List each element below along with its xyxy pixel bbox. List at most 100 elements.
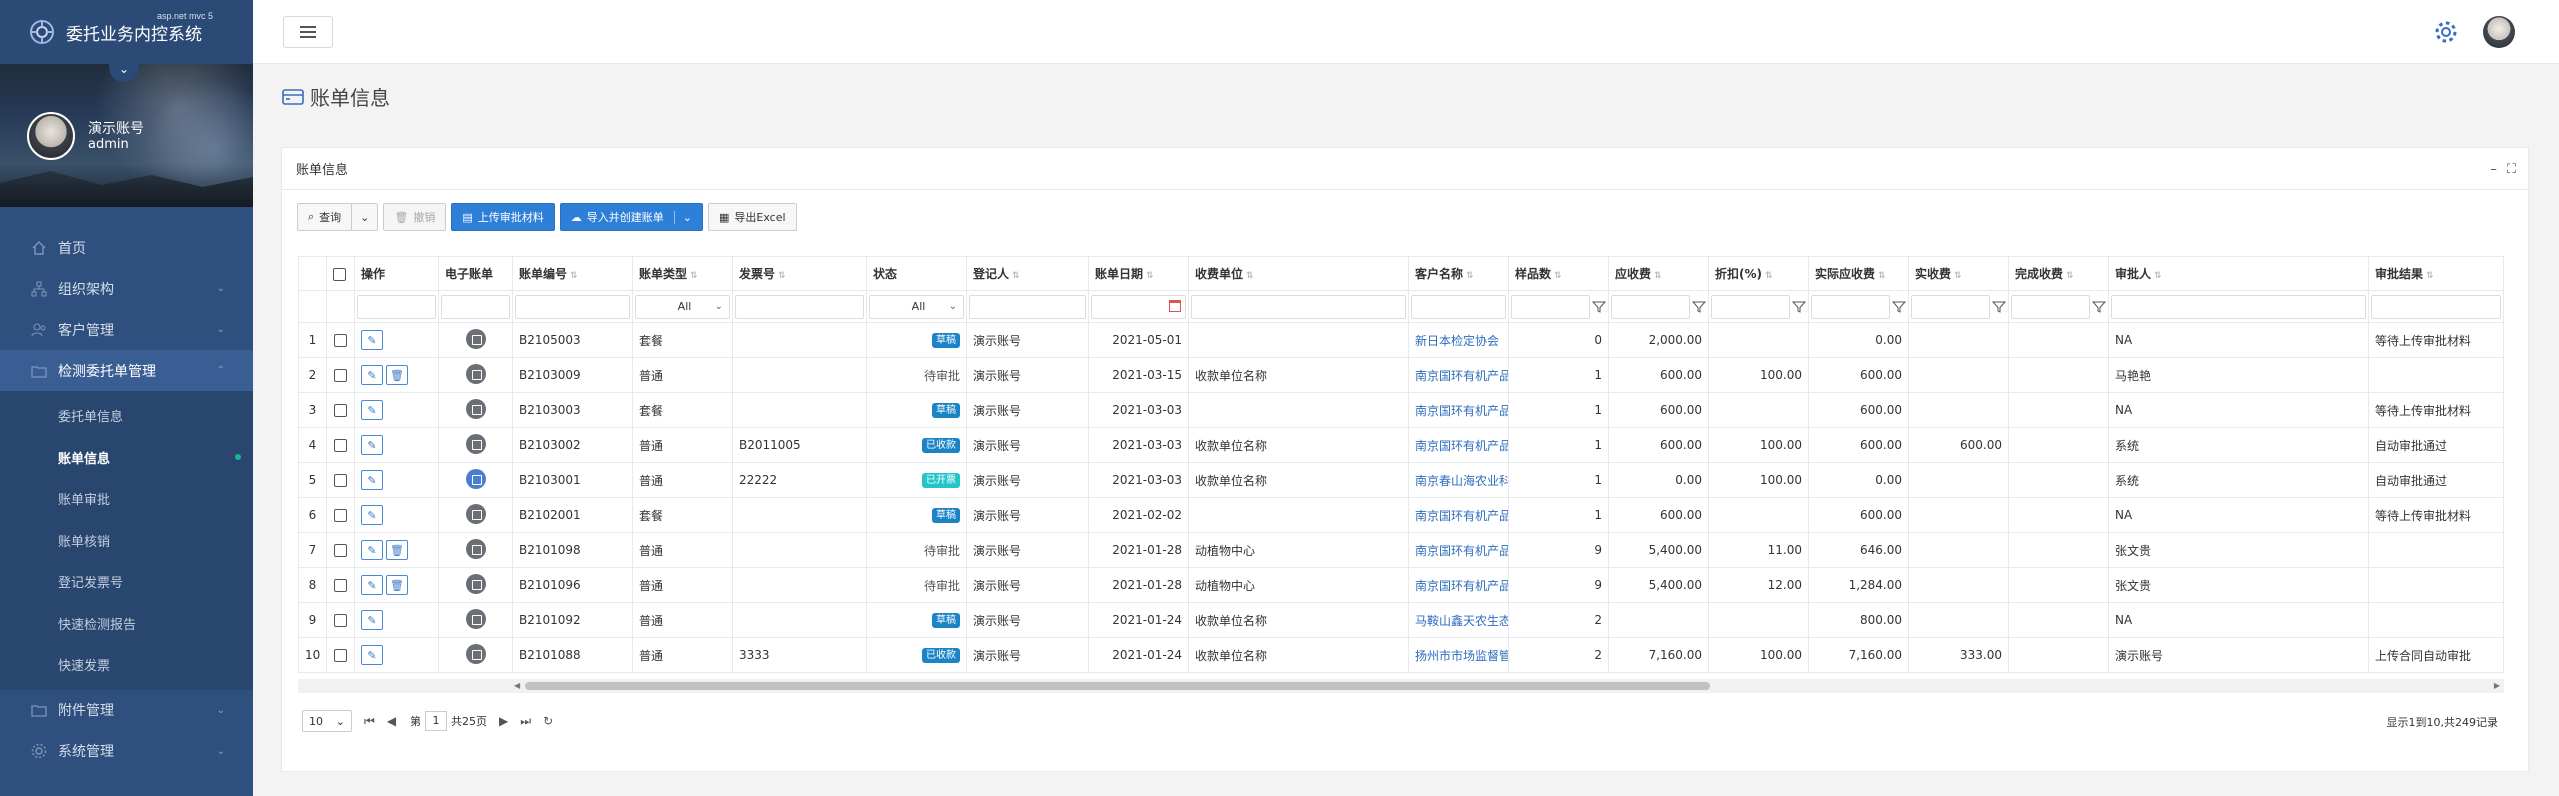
e-bill-icon[interactable]: [465, 573, 486, 594]
col-header-sortable[interactable]: 实收费 ⇅: [1908, 256, 2009, 291]
e-bill-cell[interactable]: [438, 532, 513, 568]
customer-link[interactable]: 南京国环有机产品认证中心: [1408, 427, 1509, 463]
table-row[interactable]: 2 ✎ 🗑 B2103009 普通 待审批 演示账号 2021-03-15 收款单位名称 南京国环…: [298, 357, 2504, 393]
row-checkbox[interactable]: [326, 602, 355, 638]
query-button[interactable]: ⌕ 查询: [297, 203, 353, 231]
edit-icon[interactable]: ✎: [361, 505, 383, 525]
avatar[interactable]: [27, 112, 75, 160]
e-bill-icon[interactable]: [465, 503, 486, 524]
col-header-sortable[interactable]: 完成收费 ⇅: [2008, 256, 2109, 291]
filter-icon[interactable]: [1992, 300, 2006, 314]
filter-icon[interactable]: [1692, 300, 1706, 314]
sidebar-subitem[interactable]: 快速发票: [0, 644, 253, 686]
filter-input[interactable]: [1611, 294, 1690, 319]
e-bill-cell[interactable]: [438, 497, 513, 533]
scroll-left-icon[interactable]: ◀: [514, 681, 520, 690]
select-all-checkbox[interactable]: [326, 256, 355, 291]
filter-input[interactable]: [735, 294, 864, 319]
filter-icon[interactable]: [1792, 300, 1806, 314]
col-header-sortable[interactable]: 账单日期 ⇅: [1088, 256, 1189, 291]
scroll-right-icon[interactable]: ▶: [2494, 681, 2500, 690]
sidebar-subitem[interactable]: 账单审批: [0, 478, 253, 520]
customer-link[interactable]: 扬州市市场监督管理局: [1408, 637, 1509, 673]
minimize-icon[interactable]: –: [2490, 162, 2497, 177]
query-dropdown-button[interactable]: ⌄: [351, 203, 379, 231]
col-header-sortable[interactable]: 应收费 ⇅: [1608, 256, 1709, 291]
user-avatar[interactable]: [2483, 16, 2515, 48]
col-header-sortable[interactable]: 收费单位 ⇅: [1188, 256, 1409, 291]
table-row[interactable]: 5 ✎ B2103001 普通 22222 已开票 演示账号 2021-03-03 收款单位名称…: [298, 462, 2504, 498]
sidebar-item-system[interactable]: 系统管理 ⌄: [0, 731, 253, 772]
brand[interactable]: 委托业务内控系统 asp.net mvc 5: [0, 0, 253, 64]
filter-input[interactable]: [515, 294, 630, 319]
delete-icon[interactable]: 🗑: [386, 575, 408, 595]
first-page-icon[interactable]: ⏮: [364, 714, 375, 729]
row-checkbox[interactable]: [326, 532, 355, 568]
next-page-icon[interactable]: ▶: [499, 714, 508, 728]
col-header-sortable[interactable]: 客户名称 ⇅: [1408, 256, 1509, 291]
filter-input[interactable]: [1711, 294, 1790, 319]
col-header-sortable[interactable]: 折扣(%) ⇅: [1708, 256, 1809, 291]
import-dropdown-icon[interactable]: ⌄: [673, 210, 692, 224]
calendar-icon[interactable]: [1169, 299, 1181, 312]
sidebar-subitem-active[interactable]: 账单信息: [0, 437, 253, 479]
upload-approval-button[interactable]: ▤ 上传审批材料: [451, 203, 555, 231]
row-checkbox[interactable]: [326, 567, 355, 603]
customer-link[interactable]: 南京春山海农业科技有限公司: [1408, 462, 1509, 498]
table-row[interactable]: 8 ✎ 🗑 B2101096 普通 待审批 演示账号 2021-01-28 动植物中心 南京国环有…: [298, 567, 2504, 603]
row-checkbox[interactable]: [326, 427, 355, 463]
sidebar-item-commission[interactable]: 检测委托单管理 ⌃: [0, 350, 253, 391]
e-bill-cell[interactable]: [438, 637, 513, 673]
customer-link[interactable]: 马鞍山鑫天农生态农业有限公司: [1408, 602, 1509, 638]
filter-type-select[interactable]: All ⌄: [635, 294, 730, 319]
horizontal-scrollbar[interactable]: ◀ ▶: [298, 679, 2504, 693]
col-header-sortable[interactable]: 审批结果 ⇅: [2368, 256, 2504, 291]
e-bill-icon[interactable]: [465, 608, 486, 629]
customer-link[interactable]: 南京国环有机产品认证中心: [1408, 532, 1509, 568]
e-bill-icon[interactable]: [465, 643, 486, 664]
filter-input[interactable]: [969, 294, 1086, 319]
col-header-sortable[interactable]: 样品数 ⇅: [1508, 256, 1609, 291]
filter-input[interactable]: [2111, 294, 2366, 319]
filter-input[interactable]: [2011, 294, 2090, 319]
row-checkbox[interactable]: [326, 322, 355, 358]
edit-icon[interactable]: ✎: [361, 365, 383, 385]
page-number-input[interactable]: 1: [425, 711, 448, 731]
table-row[interactable]: 7 ✎ 🗑 B2101098 普通 待审批 演示账号 2021-01-28 动植物中心 南京国环有…: [298, 532, 2504, 568]
table-row[interactable]: 1 ✎ B2105003 套餐 草稿 演示账号 2021-05-01 新日本检定协会 0 2,00…: [298, 322, 2504, 358]
col-header-sortable[interactable]: 审批人 ⇅: [2108, 256, 2369, 291]
sidebar-item-org[interactable]: 组织架构 ⌄: [0, 268, 253, 309]
import-create-button[interactable]: ☁ 导入并创建账单 ⌄: [559, 203, 703, 231]
customer-link[interactable]: 南京国环有机产品认证中心: [1408, 497, 1509, 533]
delete-icon[interactable]: 🗑: [386, 540, 408, 560]
table-row[interactable]: 4 ✎ B2103002 普通 B2011005 已收款 演示账号 2021-03-03 收款单…: [298, 427, 2504, 463]
sidebar-subitem[interactable]: 委托单信息: [0, 395, 253, 437]
filter-icon[interactable]: [1592, 300, 1606, 314]
scrollbar-thumb[interactable]: [525, 682, 1710, 690]
edit-icon[interactable]: ✎: [361, 575, 383, 595]
last-page-icon[interactable]: ⏭: [520, 714, 531, 729]
col-header-sortable[interactable]: 实际应收费 ⇅: [1808, 256, 1909, 291]
sidebar-subitem[interactable]: 快速检测报告: [0, 603, 253, 645]
filter-icon[interactable]: [1892, 300, 1906, 314]
filter-input[interactable]: [2371, 294, 2501, 319]
filter-status-select[interactable]: All ⌄: [869, 294, 964, 319]
e-bill-icon[interactable]: [465, 398, 486, 419]
edit-icon[interactable]: ✎: [361, 645, 383, 665]
row-checkbox[interactable]: [326, 462, 355, 498]
delete-icon[interactable]: 🗑: [386, 365, 408, 385]
edit-icon[interactable]: ✎: [361, 435, 383, 455]
e-bill-icon[interactable]: [465, 538, 486, 559]
col-header-sortable[interactable]: 发票号 ⇅: [732, 256, 867, 291]
e-bill-cell[interactable]: [438, 322, 513, 358]
filter-input[interactable]: [1911, 294, 1990, 319]
customer-link[interactable]: 南京国环有机产品认证中心: [1408, 567, 1509, 603]
sidebar-subitem[interactable]: 登记发票号: [0, 561, 253, 603]
sidebar-subitem[interactable]: 账单核销: [0, 520, 253, 562]
sidebar-item-customer[interactable]: 客户管理 ⌄: [0, 309, 253, 350]
col-header-sortable[interactable]: 账单类型 ⇅: [632, 256, 733, 291]
e-bill-cell[interactable]: [438, 427, 513, 463]
maximize-icon[interactable]: ⛶: [2507, 162, 2516, 177]
col-header-sortable[interactable]: 登记人 ⇅: [966, 256, 1089, 291]
col-header-sortable[interactable]: 账单编号 ⇅: [512, 256, 633, 291]
